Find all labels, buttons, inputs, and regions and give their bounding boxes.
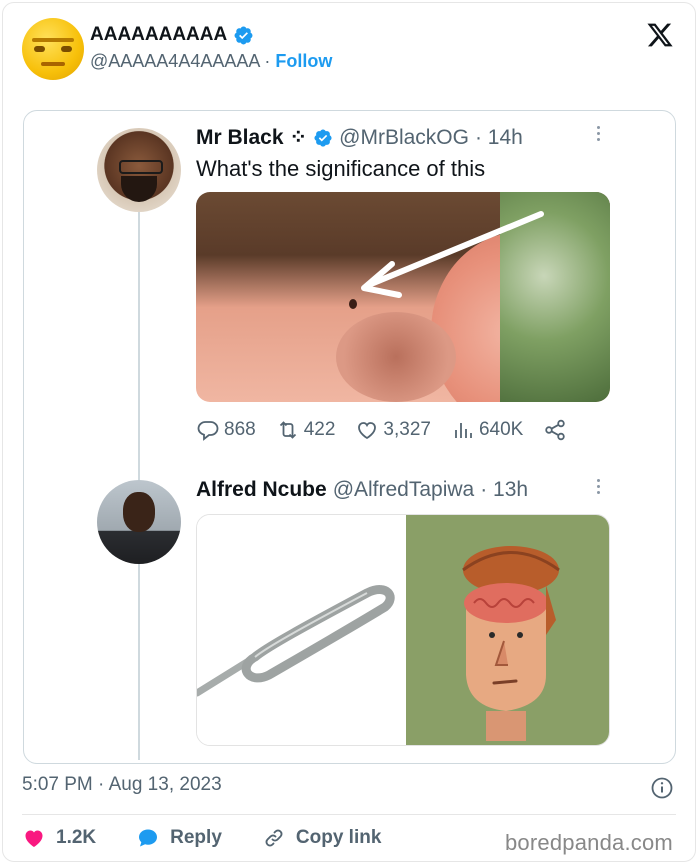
avatar-mouth <box>41 62 65 66</box>
reply-action: 868 <box>196 418 256 442</box>
like-count: 3,327 <box>383 419 431 440</box>
mrblack-avatar <box>97 128 181 212</box>
tweet1-header: Mr Black ⁘ @MrBlackOG · 14h <box>196 125 523 150</box>
post-timestamp[interactable]: 5:07 PM · Aug 13, 2023 <box>22 774 222 796</box>
separator-dot: · <box>264 51 271 71</box>
heart-filled-icon <box>25 830 43 847</box>
tweet2-author-name: Alfred Ncube <box>196 478 327 501</box>
reply-bubble-icon <box>139 829 158 847</box>
avatar-head <box>123 492 155 532</box>
sim-ejector-pin-icon <box>197 585 395 697</box>
x-logo-icon[interactable] <box>646 21 674 49</box>
author-handle-row: @AAAAA4A4AAAAA · Follow <box>90 51 332 72</box>
views-action: 640K <box>451 418 523 442</box>
more-options-icon <box>595 479 601 499</box>
heart-outline-icon <box>358 422 377 440</box>
reply-button[interactable]: Reply <box>136 826 222 850</box>
tweet1-handle: @MrBlackOG <box>339 125 469 149</box>
views-bar-icon <box>455 423 472 438</box>
post-like-count: 1.2K <box>56 827 97 848</box>
tweet2-handle: @AlfredTapiwa <box>332 478 475 501</box>
sim-pin-panel <box>197 515 404 745</box>
tweet1-name-suffix: ⁘ <box>289 126 308 149</box>
author-avatar[interactable] <box>22 18 84 80</box>
info-icon[interactable] <box>650 776 674 800</box>
tweet1-text: What's the significance of this <box>196 156 486 181</box>
avatar-brow <box>32 38 74 42</box>
footer-divider <box>22 814 676 815</box>
tweet2-time: · 13h <box>480 478 529 501</box>
reply-count: 868 <box>224 419 256 440</box>
alfred-avatar <box>97 480 181 564</box>
white-arrow-icon <box>349 211 544 309</box>
verified-badge-icon <box>314 128 332 147</box>
post-footer: 1.2K Reply Copy link <box>22 826 421 850</box>
boredpanda-watermark: boredpanda.com <box>505 830 673 855</box>
tweet1-author-name: Mr Black <box>196 125 284 149</box>
repost-action: 422 <box>276 418 336 442</box>
author-name-row: AAAAAAAAAA <box>90 24 254 46</box>
like-action: 3,327 <box>355 418 431 442</box>
like-button[interactable]: 1.2K <box>22 826 96 850</box>
repost-count: 422 <box>303 419 336 440</box>
avatar-glasses <box>119 160 163 174</box>
reply-icon <box>197 421 219 441</box>
tweet2-header: Alfred Ncube @AlfredTapiwa · 13h <box>196 478 528 502</box>
tweet1-time: · 14h <box>474 125 523 149</box>
avatar-beard <box>121 176 157 202</box>
brain-cartoon-panel <box>406 515 609 745</box>
more-options-icon <box>595 126 601 146</box>
ear-photo <box>196 192 610 402</box>
meme-image-pair <box>196 514 610 746</box>
repost-icon <box>279 421 296 439</box>
author-name[interactable]: AAAAAAAAAA <box>90 24 227 46</box>
reply-label: Reply <box>170 827 222 848</box>
tweet1-actions: 868 422 3,327 640K <box>196 418 567 442</box>
views-count: 640K <box>478 419 524 440</box>
copy-link-button[interactable]: Copy link <box>262 826 382 850</box>
copy-link-label: Copy link <box>295 827 382 848</box>
open-head-brain-icon <box>462 546 560 741</box>
link-icon <box>265 829 283 847</box>
avatar-eyes <box>34 46 72 52</box>
share-icon <box>545 419 566 441</box>
verified-badge-icon <box>234 26 253 44</box>
follow-button[interactable]: Follow <box>275 51 332 71</box>
author-handle[interactable]: @AAAAA4A4AAAAA <box>90 51 259 71</box>
